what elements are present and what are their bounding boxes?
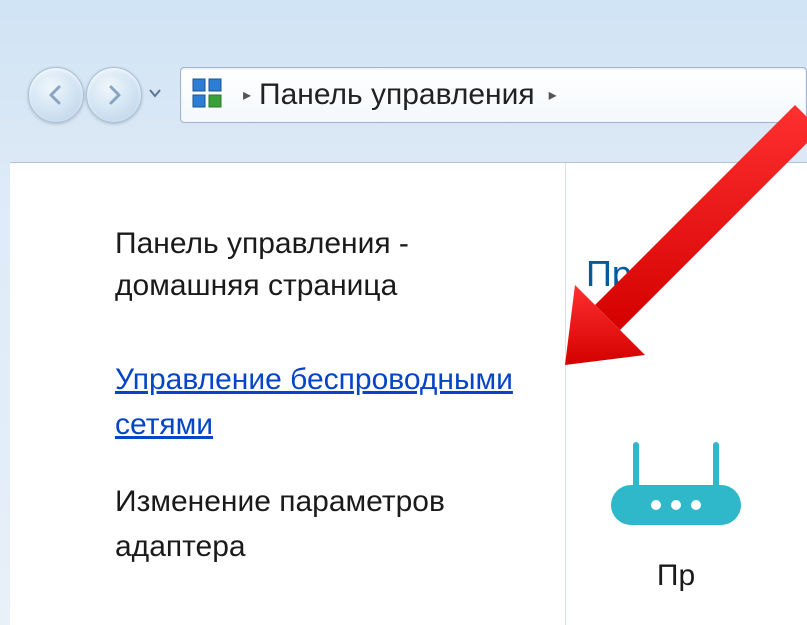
history-dropdown[interactable] (148, 86, 162, 105)
arrow-left-icon (44, 83, 68, 107)
control-panel-icon (189, 75, 229, 115)
main-pane: Пр Пр (565, 163, 807, 625)
breadcrumb-item[interactable]: Панель управления (259, 78, 535, 112)
router-label-fragment: Пр (657, 559, 695, 593)
adapter-settings-link[interactable]: Изменение параметров адаптера (115, 479, 540, 569)
breadcrumb-separator-icon: ▸ (243, 85, 251, 105)
sidebar-heading: Панель управления - домашняя страница (115, 223, 540, 307)
address-bar[interactable]: ▸ Панель управления ▸ (180, 67, 807, 123)
main-heading-fragment: Пр (586, 253, 807, 295)
sidebar-panel: Панель управления - домашняя страница Уп… (10, 163, 540, 601)
forward-button[interactable] (86, 67, 142, 123)
navigation-bar: ▸ Панель управления ▸ (28, 60, 807, 130)
nav-buttons-group (28, 67, 162, 123)
back-button[interactable] (28, 67, 84, 123)
breadcrumb-separator-icon: ▸ (549, 85, 557, 105)
arrow-right-icon (102, 83, 126, 107)
router-icon (601, 435, 751, 535)
wireless-networks-link[interactable]: Управление беспроводными сетями (115, 357, 540, 447)
content-area: Панель управления - домашняя страница Уп… (10, 162, 807, 625)
chevron-down-icon (148, 86, 162, 100)
router-status: Пр (586, 435, 766, 593)
window-chrome: ▸ Панель управления ▸ (0, 0, 807, 162)
